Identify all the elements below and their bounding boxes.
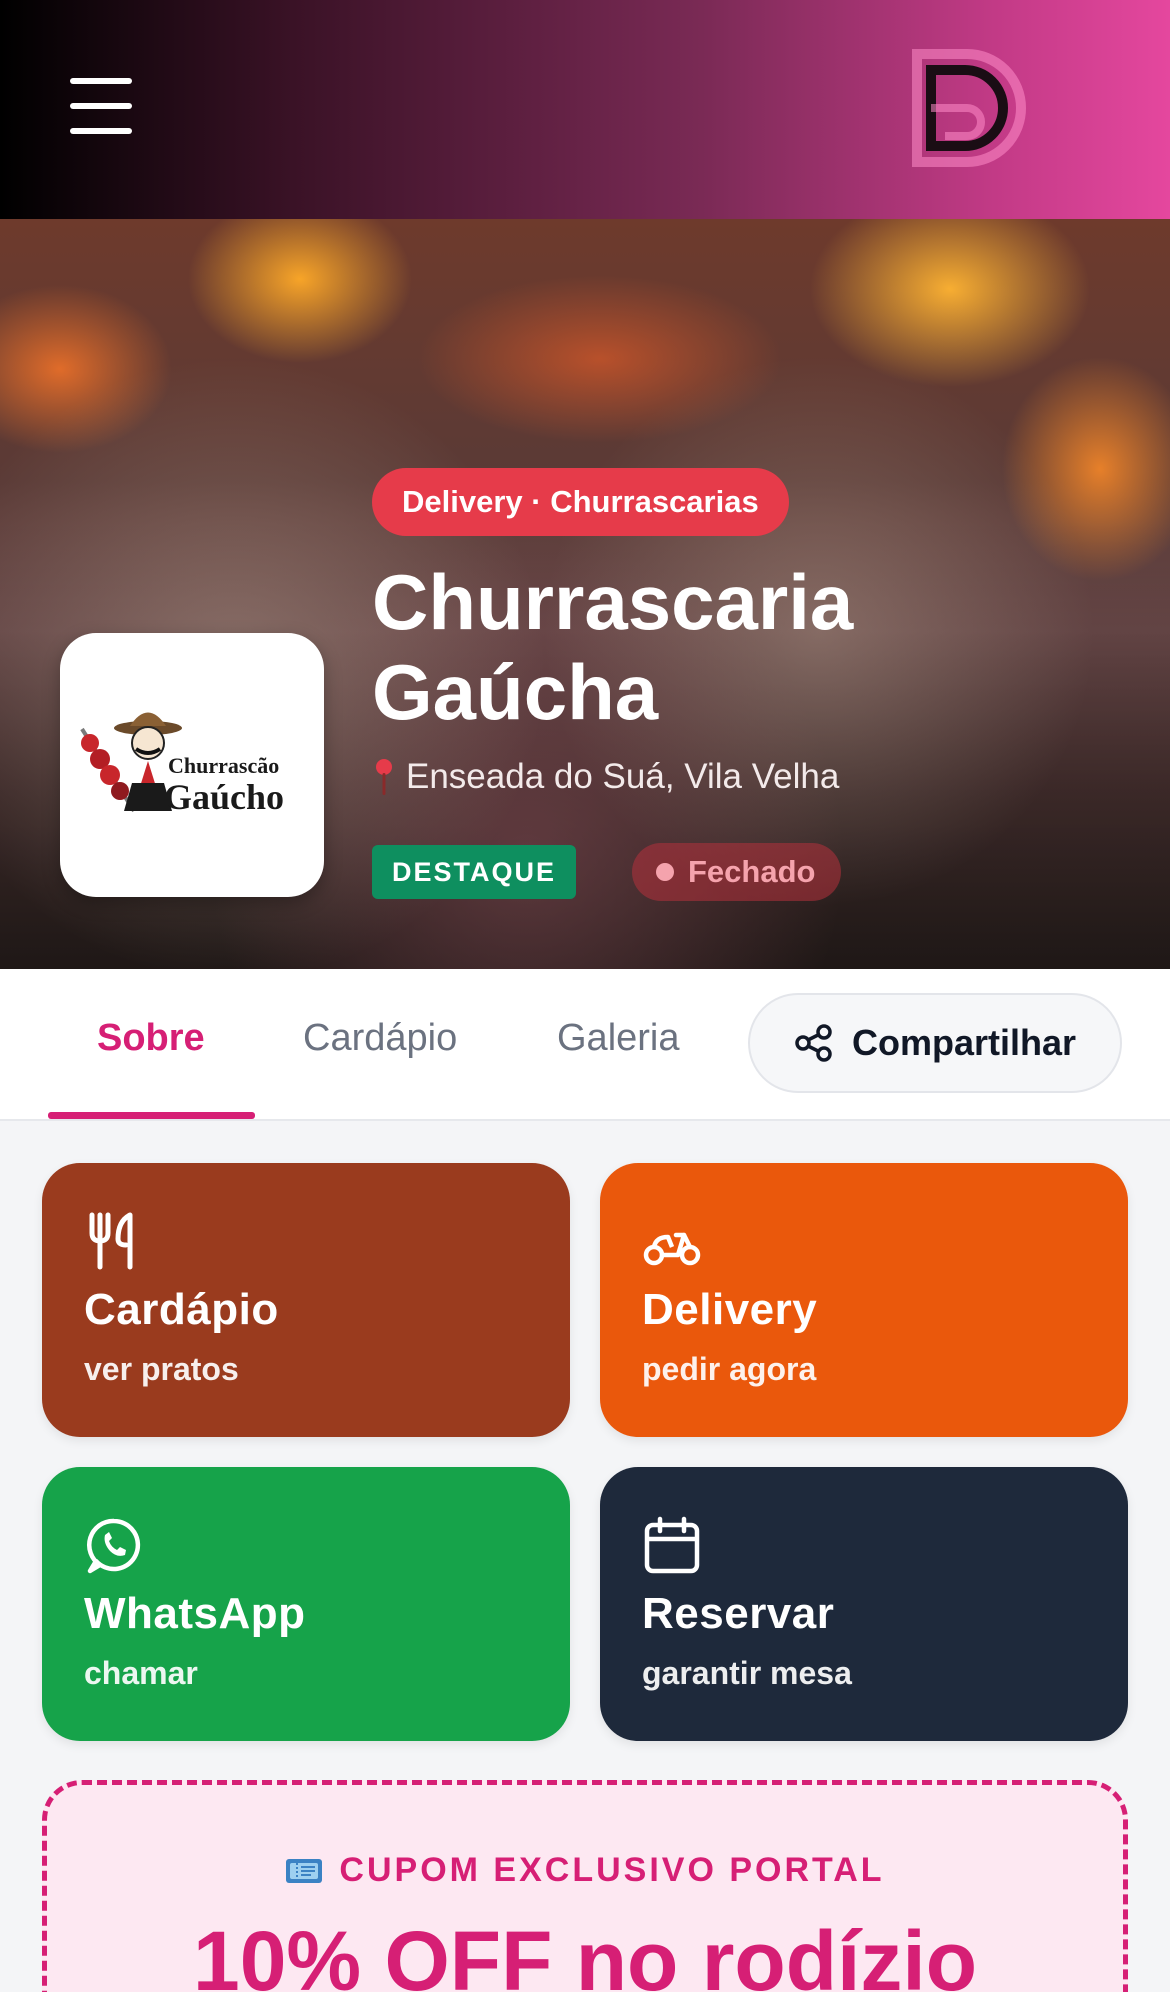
tab-cardapio[interactable]: Cardápio: [303, 1017, 457, 1060]
featured-badge: DESTAQUE: [372, 845, 577, 899]
page: Delivery · Churrascarias Churrascaria Ga…: [0, 0, 1170, 1992]
card-cardapio[interactable]: Cardápio ver pratos: [42, 1163, 570, 1437]
share-button[interactable]: Compartilhar: [748, 993, 1122, 1093]
active-tab-indicator: [48, 1112, 255, 1119]
logo-text-bottom: Gaúcho: [164, 777, 284, 817]
coupon-offer: 10% OFF no rodízio: [192, 1914, 977, 1992]
tab-bar: Sobre Cardápio Galeria Compartilhar: [0, 969, 1170, 1121]
brand-logo-icon[interactable]: [905, 44, 1035, 172]
card-title: Cardápio: [84, 1285, 279, 1334]
card-title: Reservar: [642, 1589, 835, 1638]
card-whatsapp[interactable]: WhatsApp chamar: [42, 1467, 570, 1741]
hero-banner: Delivery · Churrascarias Churrascaria Ga…: [0, 219, 1170, 969]
place-logo: Churrascão Gaúcho: [60, 633, 324, 897]
place-logo-image: Churrascão Gaúcho: [80, 712, 284, 817]
card-subtitle: ver pratos: [84, 1351, 239, 1387]
scooter-icon: [643, 1232, 701, 1266]
status-badge: Fechado: [632, 843, 842, 901]
card-subtitle: chamar: [84, 1655, 198, 1691]
category-pill: Delivery · Churrascarias: [372, 468, 789, 536]
calendar-icon: [644, 1516, 700, 1574]
logo-text-top: Churrascão: [168, 753, 279, 778]
hamburger-menu-icon[interactable]: [70, 78, 132, 134]
card-subtitle: garantir mesa: [642, 1655, 852, 1691]
map-pin-icon: [376, 759, 392, 795]
tab-sobre[interactable]: Sobre: [97, 1017, 205, 1060]
card-delivery[interactable]: Delivery pedir agora: [600, 1163, 1128, 1437]
place-title: Churrascaria Gaúcha: [372, 558, 854, 736]
coupon-header: CUPOM EXCLUSIVO PORTAL: [47, 1851, 1123, 1890]
status-text: Fechado: [688, 854, 816, 889]
share-button-label: Compartilhar: [851, 1022, 1077, 1063]
card-title: Delivery: [642, 1285, 818, 1334]
tab-galeria[interactable]: Galeria: [557, 1017, 680, 1060]
card-reservar[interactable]: Reservar garantir mesa: [600, 1467, 1128, 1741]
top-bar: [0, 0, 1170, 219]
share-icon: [795, 1024, 832, 1062]
ticket-icon: [286, 1858, 323, 1883]
location-text: Enseada do Suá, Vila Velha: [406, 757, 840, 796]
whatsapp-icon: [87, 1518, 141, 1574]
place-location: Enseada do Suá, Vila Velha: [372, 755, 839, 799]
card-subtitle: pedir agora: [642, 1351, 817, 1387]
coupon-box[interactable]: CUPOM EXCLUSIVO PORTAL 10% OFF no rodízi…: [42, 1780, 1128, 1992]
utensils-icon: [89, 1212, 133, 1270]
coupon-label: CUPOM EXCLUSIVO PORTAL: [339, 1851, 885, 1889]
status-dot-icon: [656, 863, 674, 881]
card-title: WhatsApp: [84, 1589, 306, 1638]
